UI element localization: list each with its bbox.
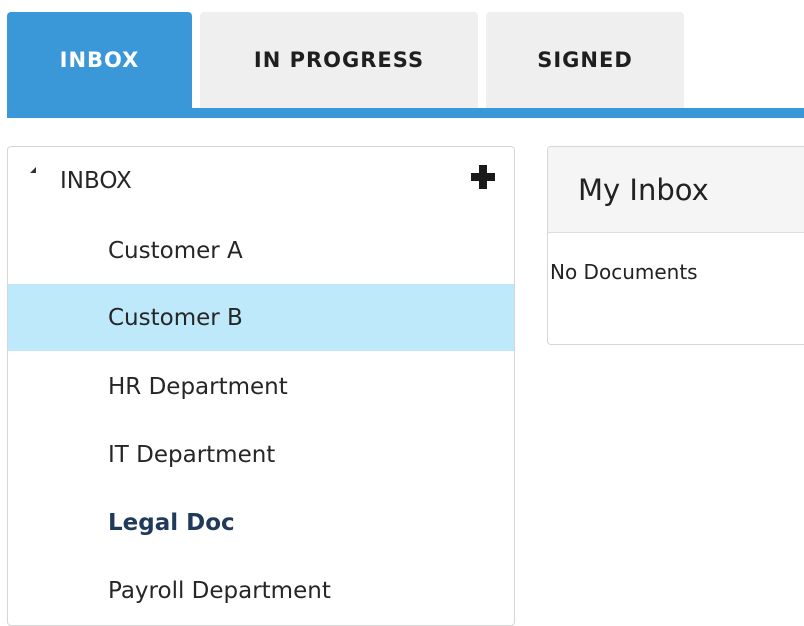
- tree-item-label: Customer B: [108, 304, 243, 331]
- tree-item-customer-b[interactable]: Customer B: [8, 284, 514, 351]
- inbox-content-panel: My Inbox No Documents: [547, 146, 804, 345]
- folder-tree-panel: INBOX Customer A Customer B HR Departmen…: [7, 146, 515, 626]
- plus-icon[interactable]: [471, 165, 495, 189]
- tree-item-payroll-department[interactable]: Payroll Department: [8, 557, 514, 624]
- tree-item-label: Payroll Department: [108, 577, 331, 604]
- tree-item-label: Customer A: [108, 237, 243, 264]
- tab-signed[interactable]: SIGNED: [486, 12, 684, 108]
- content-header: My Inbox: [548, 147, 804, 233]
- tree-item-label: HR Department: [108, 373, 288, 400]
- tab-inbox[interactable]: INBOX: [7, 12, 192, 108]
- content-title: My Inbox: [578, 173, 709, 207]
- tree-root-label: INBOX: [60, 168, 132, 194]
- empty-message: No Documents: [550, 260, 698, 284]
- tab-in-progress[interactable]: IN PROGRESS: [200, 12, 478, 108]
- tree-item-hr-department[interactable]: HR Department: [8, 353, 514, 420]
- tree-item-label: IT Department: [108, 441, 276, 468]
- tab-bar: INBOX IN PROGRESS SIGNED: [0, 0, 804, 118]
- tree-item-label: Legal Doc: [108, 509, 235, 536]
- tree-root-inbox[interactable]: INBOX: [8, 147, 514, 217]
- tree-item-it-department[interactable]: IT Department: [8, 421, 514, 488]
- tree-item-customer-a[interactable]: Customer A: [8, 217, 514, 284]
- tab-underline: [7, 108, 804, 118]
- collapse-triangle-icon[interactable]: [30, 167, 36, 173]
- tree-item-legal-doc[interactable]: Legal Doc: [8, 489, 514, 556]
